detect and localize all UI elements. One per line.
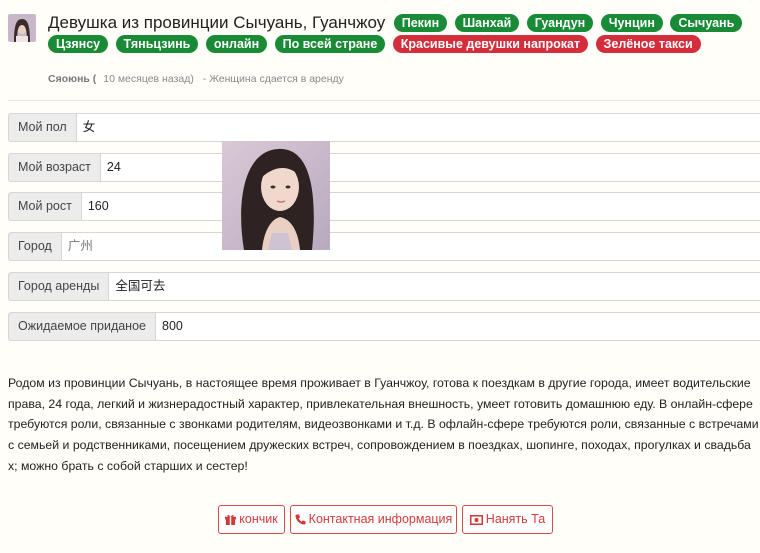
field-label: Город аренды bbox=[8, 272, 110, 301]
post-header: Девушка из провинции Сычуань, Гуанчжоу П… bbox=[48, 13, 760, 56]
field-value: 800 bbox=[156, 312, 760, 341]
money-icon bbox=[469, 508, 483, 535]
field-value: 24 bbox=[100, 153, 760, 182]
hire-button-label: Нанять Та bbox=[485, 512, 546, 526]
tag-beijing[interactable]: Пекин bbox=[393, 14, 448, 32]
field-dowry: Ожидаемое приданое 800 bbox=[8, 312, 760, 341]
field-age: Мой возраст 24 bbox=[8, 153, 760, 182]
tag-rental-girls[interactable]: Красивые девушки напрокат bbox=[392, 35, 589, 53]
field-label: Город bbox=[8, 232, 62, 261]
field-height: Мой рост 160 bbox=[8, 192, 760, 221]
field-rental-city: Город аренды 全国可去 bbox=[8, 272, 760, 301]
tag-guangdong[interactable]: Гуандун bbox=[526, 14, 594, 32]
field-value: 全国可去 bbox=[109, 272, 760, 301]
post-meta: Сяоюнь ( 10 месяцев назад) - Женщина сда… bbox=[48, 73, 344, 85]
divider bbox=[8, 100, 760, 101]
profile-photo[interactable] bbox=[222, 141, 330, 250]
tag-nationwide[interactable]: По всей стране bbox=[274, 35, 386, 53]
field-label: Мой возраст bbox=[8, 153, 101, 182]
field-label: Ожидаемое приданое bbox=[8, 312, 156, 341]
tip-button[interactable]: кончик bbox=[218, 505, 285, 534]
avatar[interactable] bbox=[8, 14, 36, 42]
field-gender: Мой пол 女 bbox=[8, 113, 760, 142]
tag-shanghai[interactable]: Шанхай bbox=[454, 14, 520, 32]
field-value: 女 bbox=[76, 113, 760, 142]
tag-jiangsu[interactable]: Цзянсу bbox=[48, 35, 109, 53]
phone-icon bbox=[295, 508, 306, 535]
field-label: Мой пол bbox=[8, 113, 77, 142]
tag-tianjin[interactable]: Тяньцзинь bbox=[115, 35, 199, 53]
contact-button[interactable]: Контактная информация bbox=[290, 505, 457, 534]
contact-button-label: Контактная информация bbox=[308, 512, 453, 526]
field-city: Город 广州 bbox=[8, 232, 760, 261]
author-name[interactable]: Сяоюнь ( bbox=[48, 73, 96, 85]
post-title: Девушка из провинции Сычуань, Гуанчжоу bbox=[48, 13, 386, 32]
field-label: Мой рост bbox=[8, 192, 82, 221]
tag-chongqing[interactable]: Чунцин bbox=[600, 14, 663, 32]
field-value: 广州 bbox=[61, 232, 760, 261]
field-value: 160 bbox=[81, 192, 760, 221]
tag-sichuan[interactable]: Сычуань bbox=[670, 14, 743, 32]
post-description: Родом из провинции Сычуань, в настоящее … bbox=[8, 376, 759, 473]
tip-button-label: кончик bbox=[239, 512, 278, 526]
post-time: 10 месяцев назад) bbox=[103, 73, 194, 85]
gift-icon bbox=[225, 508, 237, 535]
hire-button[interactable]: Нанять Та bbox=[462, 505, 553, 534]
post-subtitle: - Женщина сдается в аренду bbox=[202, 73, 344, 85]
tag-green-taxi[interactable]: Зелёное такси bbox=[595, 35, 701, 53]
tag-online[interactable]: онлайн bbox=[205, 35, 268, 53]
